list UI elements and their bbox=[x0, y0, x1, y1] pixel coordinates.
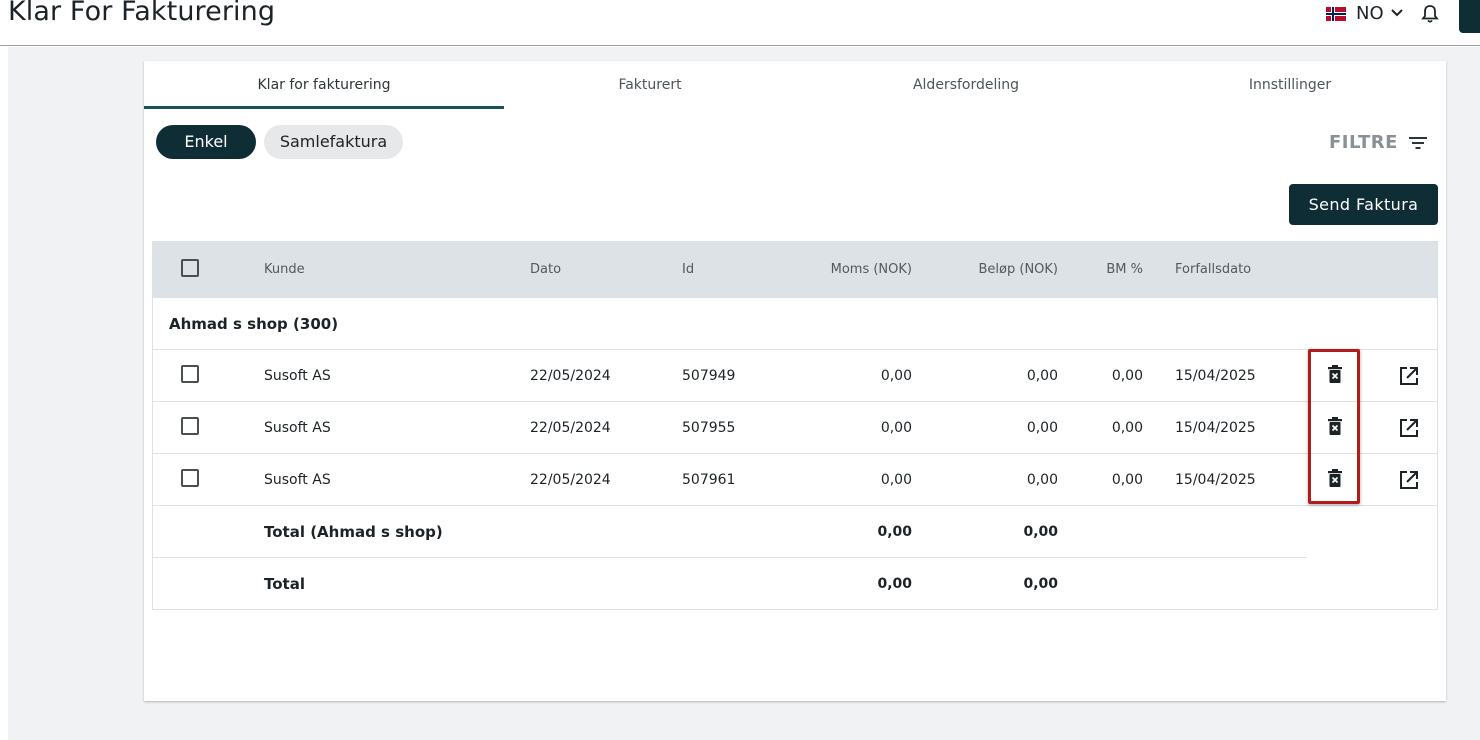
table-row: Susoft AS 22/05/2024 507961 0,00 0,00 0,… bbox=[153, 454, 1437, 506]
cell-moms: 0,00 bbox=[880, 420, 912, 436]
cell-bm: 0,00 bbox=[1111, 472, 1143, 488]
row-checkbox[interactable] bbox=[181, 365, 199, 383]
filter-icon[interactable] bbox=[1408, 135, 1428, 151]
top-header: Klar For Fakturering NO bbox=[0, 0, 1480, 46]
open-external-icon[interactable] bbox=[1398, 365, 1420, 387]
user-menu-button[interactable] bbox=[1459, 0, 1480, 33]
cell-moms: 0,00 bbox=[880, 472, 912, 488]
cell-id: 507949 bbox=[682, 368, 736, 384]
column-header-bm[interactable]: BM % bbox=[1083, 242, 1143, 298]
total-label: Total bbox=[264, 575, 305, 593]
active-tab-indicator bbox=[144, 106, 504, 109]
cell-moms: 0,00 bbox=[880, 368, 912, 384]
subtotal-moms: 0,00 bbox=[877, 524, 912, 540]
column-header-moms[interactable]: Moms (NOK) bbox=[793, 242, 912, 298]
cell-id: 507955 bbox=[682, 420, 736, 436]
subtotal-row: Total (Ahmad s shop) 0,00 0,00 bbox=[153, 506, 1307, 558]
page-title: Klar For Fakturering bbox=[8, 0, 276, 27]
group-header-row: Ahmad s shop (300) bbox=[153, 298, 1437, 350]
cell-dato: 22/05/2024 bbox=[530, 472, 611, 488]
cell-dato: 22/05/2024 bbox=[530, 368, 611, 384]
delete-column-highlight bbox=[1308, 349, 1360, 504]
cell-forfallsdato: 15/04/2025 bbox=[1175, 368, 1256, 384]
table-header: Kunde Dato Id Moms (NOK) Beløp (NOK) BM … bbox=[153, 242, 1437, 298]
samlefaktura-toggle-button[interactable]: Samlefaktura bbox=[264, 125, 403, 159]
bell-icon[interactable] bbox=[1421, 4, 1439, 24]
column-header-kunde[interactable]: Kunde bbox=[264, 242, 305, 298]
total-row: Total 0,00 0,00 bbox=[153, 558, 1437, 610]
norway-flag-icon[interactable] bbox=[1326, 7, 1346, 21]
cell-bm: 0,00 bbox=[1111, 420, 1143, 436]
total-belop: 0,00 bbox=[1023, 576, 1058, 592]
language-code[interactable]: NO bbox=[1356, 3, 1384, 24]
cell-dato: 22/05/2024 bbox=[530, 420, 611, 436]
invoice-card: Klar for fakturering Fakturert Aldersfor… bbox=[144, 61, 1446, 701]
cell-kunde: Susoft AS bbox=[264, 472, 331, 488]
cell-kunde: Susoft AS bbox=[264, 420, 331, 436]
chevron-down-icon[interactable] bbox=[1390, 6, 1404, 20]
tab-klar-for-fakturering[interactable]: Klar for fakturering bbox=[144, 61, 504, 109]
cell-forfallsdato: 15/04/2025 bbox=[1175, 420, 1256, 436]
total-moms: 0,00 bbox=[877, 576, 912, 592]
column-header-id[interactable]: Id bbox=[682, 242, 694, 298]
cell-kunde: Susoft AS bbox=[264, 368, 331, 384]
column-header-forfallsdato[interactable]: Forfallsdato bbox=[1175, 242, 1251, 298]
open-external-icon[interactable] bbox=[1398, 469, 1420, 491]
group-title: Ahmad s shop (300) bbox=[169, 315, 339, 333]
tab-aldersfordeling[interactable]: Aldersfordeling bbox=[806, 61, 1126, 109]
row-checkbox[interactable] bbox=[181, 469, 199, 487]
table-row: Susoft AS 22/05/2024 507949 0,00 0,00 0,… bbox=[153, 350, 1437, 402]
cell-forfallsdato: 15/04/2025 bbox=[1175, 472, 1256, 488]
select-all-checkbox[interactable] bbox=[181, 259, 199, 277]
column-header-dato[interactable]: Dato bbox=[530, 242, 561, 298]
column-header-belop[interactable]: Beløp (NOK) bbox=[943, 242, 1059, 298]
filter-label[interactable]: FILTRE bbox=[1329, 132, 1398, 153]
send-faktura-button[interactable]: Send Faktura bbox=[1289, 184, 1438, 225]
tab-innstillinger[interactable]: Innstillinger bbox=[1130, 61, 1450, 109]
cell-belop: 0,00 bbox=[1026, 420, 1058, 436]
row-checkbox[interactable] bbox=[181, 417, 199, 435]
subtotal-label: Total (Ahmad s shop) bbox=[264, 523, 443, 541]
tab-fakturert[interactable]: Fakturert bbox=[490, 61, 810, 109]
subtotal-belop: 0,00 bbox=[1023, 524, 1058, 540]
cell-belop: 0,00 bbox=[1026, 368, 1058, 384]
tab-bar: Klar for fakturering Fakturert Aldersfor… bbox=[144, 61, 1446, 109]
invoice-table: Kunde Dato Id Moms (NOK) Beløp (NOK) BM … bbox=[152, 241, 1438, 610]
open-external-icon[interactable] bbox=[1398, 417, 1420, 439]
enkel-toggle-button[interactable]: Enkel bbox=[156, 125, 256, 159]
cell-id: 507961 bbox=[682, 472, 736, 488]
cell-bm: 0,00 bbox=[1111, 368, 1143, 384]
table-row: Susoft AS 22/05/2024 507955 0,00 0,00 0,… bbox=[153, 402, 1437, 454]
cell-belop: 0,00 bbox=[1026, 472, 1058, 488]
